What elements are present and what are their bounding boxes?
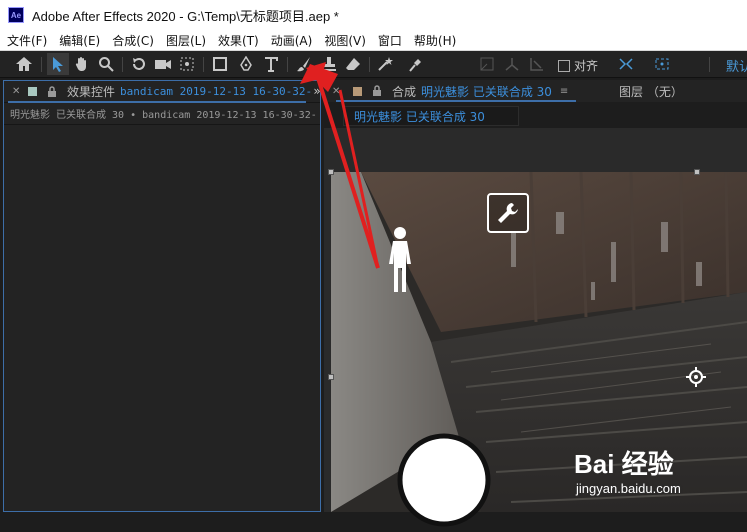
snapping-toggle[interactable]: 对齐: [558, 57, 598, 74]
menu-lines-icon[interactable]: ≡: [560, 86, 570, 97]
after-effects-logo: Ae: [8, 7, 24, 23]
rotate-tool-icon[interactable]: [128, 53, 150, 75]
title-bar: Ae Adobe After Effects 2020 - G:\Temp\无标…: [0, 0, 747, 30]
local-axis-icon[interactable]: [476, 53, 498, 75]
composition-panel-tab[interactable]: ✕ 合成 明光魅影 已关联合成 30 ≡ 图层 （无）: [324, 80, 747, 102]
snap-features-icon[interactable]: [651, 53, 673, 75]
menu-help[interactable]: 帮助(H): [408, 32, 462, 49]
tools-toolbar: 对齐 默认: [0, 51, 747, 78]
player-silhouette-icon[interactable]: [386, 226, 414, 296]
menu-bar: 文件(F) 编辑(E) 合成(C) 图层(L) 效果(T) 动画(A) 视图(V…: [0, 30, 747, 51]
menu-window[interactable]: 窗口: [372, 32, 408, 49]
snapping-checkbox[interactable]: [558, 59, 570, 72]
effects-control-panel: ✕ 效果控件 bandicam 2019-12-13 16-30-32- 明光魅…: [3, 80, 321, 512]
composition-frame-image[interactable]: [331, 172, 747, 512]
menu-effect[interactable]: 效果(T): [212, 32, 265, 49]
composition-name-dropdown[interactable]: 明光魅影 已关联合成 30: [421, 83, 552, 100]
baidu-jingyan-logo: Bai 经验: [574, 449, 674, 479]
comp-color-swatch: [353, 86, 362, 96]
action-button-circle[interactable]: [396, 432, 492, 528]
view-axis-icon[interactable]: [526, 53, 548, 75]
world-axis-icon[interactable]: [501, 53, 523, 75]
rectangle-tool-icon[interactable]: [209, 53, 231, 75]
lock-icon[interactable]: [46, 85, 58, 98]
home-icon[interactable]: [13, 53, 35, 75]
snap-edges-icon[interactable]: [615, 53, 637, 75]
eraser-tool-icon[interactable]: [342, 53, 364, 75]
panel-expand-icon[interactable]: »: [311, 83, 323, 99]
composition-tab-label: 合成: [392, 84, 417, 99]
transform-handle[interactable]: [328, 374, 334, 380]
workspace-default[interactable]: 默认: [726, 56, 747, 75]
puppet-pin-tool-icon[interactable]: [404, 53, 426, 75]
close-icon[interactable]: ✕: [12, 86, 22, 97]
type-tool-icon[interactable]: [260, 53, 282, 75]
pan-behind-tool-icon[interactable]: [176, 53, 198, 75]
lock-icon[interactable]: [371, 85, 383, 97]
selection-tool-icon[interactable]: [47, 53, 69, 75]
active-comp-tab-indicator: [336, 100, 576, 102]
active-tab-indicator: [8, 101, 306, 103]
effects-tab-label: 效果控件: [67, 85, 116, 99]
menu-view[interactable]: 视图(V): [318, 32, 372, 49]
composition-breadcrumb[interactable]: 明光魅影 已关联合成 30: [343, 106, 519, 126]
effects-panel-subheader: 明光魅影 已关联合成 30 • bandicam 2019-12-13 16-3…: [4, 103, 320, 125]
baidu-watermark: Bai 经验 jingyan.baidu.com: [574, 444, 681, 496]
menu-edit[interactable]: 编辑(E): [53, 32, 106, 49]
snapping-label: 对齐: [574, 59, 599, 73]
close-icon[interactable]: ✕: [332, 86, 342, 97]
layer-tab-label[interactable]: 图层 （无）: [619, 83, 683, 100]
baidu-jingyan-url: jingyan.baidu.com: [576, 481, 681, 496]
transform-handle[interactable]: [694, 169, 700, 175]
window-title: Adobe After Effects 2020 - G:\Temp\无标题项目…: [32, 8, 339, 24]
effects-layer-dropdown[interactable]: bandicam 2019-12-13 16-30-32-: [120, 85, 312, 98]
effects-panel-tab[interactable]: ✕ 效果控件 bandicam 2019-12-13 16-30-32-: [4, 81, 320, 103]
pen-tool-icon[interactable]: [235, 53, 257, 75]
menu-composition[interactable]: 合成(C): [106, 32, 160, 49]
anchor-point-icon[interactable]: [685, 366, 707, 388]
camera-tool-icon[interactable]: [152, 53, 174, 75]
menu-file[interactable]: 文件(F): [0, 32, 53, 49]
hand-tool-icon[interactable]: [71, 53, 93, 75]
clone-stamp-tool-icon[interactable]: [318, 53, 340, 75]
zoom-tool-icon[interactable]: [95, 53, 117, 75]
brush-tool-icon[interactable]: [293, 53, 315, 75]
wrench-icon[interactable]: [487, 193, 529, 233]
panel-color-swatch: [28, 87, 37, 96]
menu-layer[interactable]: 图层(L): [160, 32, 212, 49]
roto-brush-tool-icon[interactable]: [375, 53, 397, 75]
transform-handle[interactable]: [328, 169, 334, 175]
menu-animation[interactable]: 动画(A): [265, 32, 319, 49]
